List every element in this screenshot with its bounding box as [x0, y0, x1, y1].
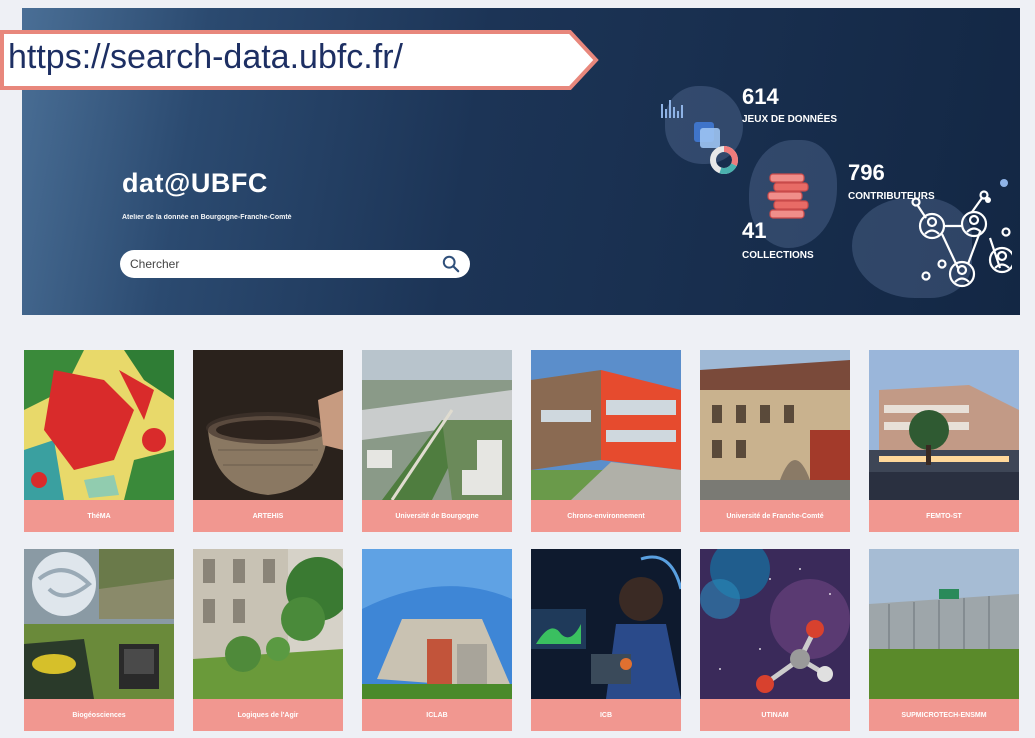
collection-card-icb[interactable]: ICB: [531, 549, 681, 731]
card-label: UTINAM: [761, 711, 789, 719]
card-label: FEMTO-ST: [926, 512, 962, 520]
card-image-chrono-building: [531, 350, 681, 500]
datasets-label: JEUX DE DONNÉES: [742, 114, 838, 125]
card-label: Biogéosciences: [72, 711, 126, 719]
collection-card-femto[interactable]: FEMTO-ST: [869, 350, 1019, 532]
card-image-ancient-pot: [193, 350, 343, 500]
collection-card-ub[interactable]: Université de Bourgogne: [362, 350, 512, 532]
collection-card-utinam[interactable]: UTINAM: [700, 549, 850, 731]
card-image-space-molecule: [700, 549, 850, 699]
card-image-land-use-map: [24, 350, 174, 500]
card-image-supmicrotech-building: [869, 549, 1019, 699]
site-title: dat@UBFC: [122, 168, 268, 198]
datasets-count: 614: [742, 84, 779, 109]
search-input[interactable]: [130, 257, 442, 271]
card-label: ICLAB: [426, 711, 448, 719]
card-image-historic-building: [700, 350, 850, 500]
books-icon: [767, 173, 809, 219]
card-image-courtyard: [193, 549, 343, 699]
collection-card-thema[interactable]: ThéMA: [24, 350, 174, 532]
card-label: ARTEHIS: [252, 512, 284, 520]
contributors-network-icon: [911, 179, 1012, 288]
card-label: Chrono-environnement: [567, 512, 645, 520]
card-label: SUPMICROTECH-ENSMM: [901, 711, 987, 719]
collection-card-ufc[interactable]: Université de Franche-Comté: [700, 350, 850, 532]
collection-card-logiques[interactable]: Logiques de l'Agir: [193, 549, 343, 731]
contributors-count: 796: [848, 160, 885, 185]
card-image-campus-aerial: [362, 350, 512, 500]
card-label: Université de Bourgogne: [395, 512, 479, 520]
collection-card-artehis[interactable]: ARTEHIS: [193, 350, 343, 532]
collection-card-iclab[interactable]: ICLAB: [362, 549, 512, 731]
search-bar[interactable]: [120, 250, 470, 278]
collection-card-supmicrotech[interactable]: SUPMICROTECH-ENSMM: [869, 549, 1019, 731]
donut-chart-icon: [710, 146, 738, 174]
card-image-lab-researcher: [531, 549, 681, 699]
bar-chart-icon: [661, 100, 683, 118]
collections-label: COLLECTIONS: [742, 250, 814, 261]
collections-count: 41: [742, 218, 767, 243]
card-label: ThéMA: [87, 512, 111, 520]
card-label: ICB: [599, 711, 613, 719]
contributors-label: CONTRIBUTEURS: [848, 191, 935, 202]
card-image-iclab-building: [362, 549, 512, 699]
card-image-femto-building: [869, 350, 1019, 500]
collection-card-chrono[interactable]: Chrono-environnement: [531, 350, 681, 532]
search-icon[interactable]: [442, 255, 460, 273]
card-label: Université de Franche-Comté: [726, 512, 824, 520]
card-label: Logiques de l'Agir: [237, 711, 299, 719]
site-subtitle: Atelier de la donnée en Bourgogne-Franch…: [122, 214, 292, 221]
url-text: https://search-data.ubfc.fr/: [8, 38, 403, 76]
card-image-biogeosciences-collage: [24, 549, 174, 699]
collection-card-biogeosciences[interactable]: Biogéosciences: [24, 549, 174, 731]
url-callout: https://search-data.ubfc.fr/: [0, 30, 600, 90]
